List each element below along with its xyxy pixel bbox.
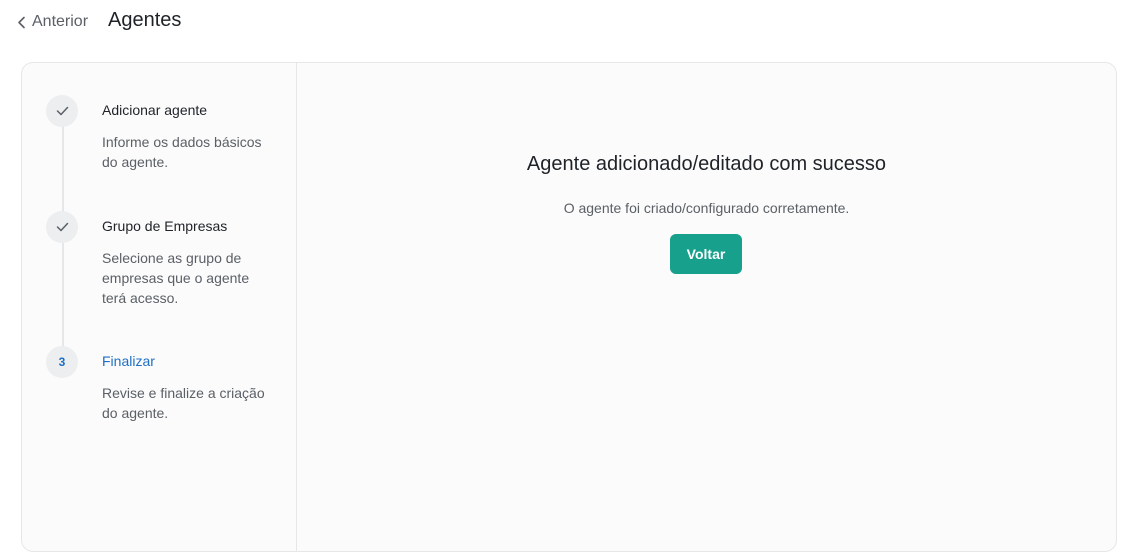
back-label: Anterior <box>32 13 89 30</box>
step-circle: 3 <box>46 346 78 378</box>
success-message: O agente foi criado/configurado corretam… <box>563 200 850 216</box>
page-header: Anterior Agentes <box>0 0 1137 44</box>
stepper: Adicionar agente Informe os dados básico… <box>22 63 297 551</box>
check-icon <box>56 222 68 232</box>
step-description: Selecione as grupo de empresas que o age… <box>102 250 250 306</box>
chevron-left-icon <box>18 16 25 28</box>
voltar-button[interactable]: Voltar <box>670 234 742 274</box>
success-title: Agente adicionado/editado com sucesso <box>526 153 887 175</box>
check-icon <box>56 106 68 116</box>
result-content: Agente adicionado/editado com sucesso O … <box>297 63 1116 551</box>
page-title: Agentes <box>108 9 182 31</box>
step-label: Adicionar agente <box>102 102 208 118</box>
step-circle <box>46 95 78 127</box>
wizard-panel: Adicionar agente Informe os dados básico… <box>21 62 1117 552</box>
back-link[interactable]: Anterior <box>17 11 88 33</box>
step-description: Revise e finalize a criação do agente. <box>102 385 265 421</box>
step-description: Informe os dados básicos do agente. <box>102 134 262 170</box>
step-circle <box>46 211 78 243</box>
step-number: 3 <box>58 355 66 369</box>
step-label: Finalizar <box>102 353 155 369</box>
step-label: Grupo de Empresas <box>102 218 228 234</box>
